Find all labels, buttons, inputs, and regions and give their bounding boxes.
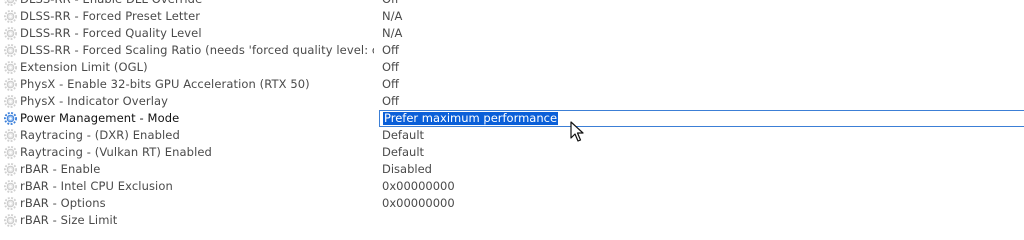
setting-name: DLSS-RR - Forced Quality Level xyxy=(20,26,202,40)
setting-value[interactable]: Default xyxy=(382,144,424,161)
gear-icon xyxy=(4,197,17,210)
gear-icon xyxy=(4,146,17,159)
setting-row-dlss-rr-enable-dll-override[interactable]: DLSS-RR - Enable DLL Override Off xyxy=(0,0,1024,8)
gear-icon xyxy=(4,95,17,108)
gear-icon xyxy=(4,61,17,74)
gear-icon xyxy=(4,180,17,193)
setting-value[interactable]: N/A xyxy=(382,25,402,42)
setting-name: rBAR - Enable xyxy=(20,162,101,176)
setting-row-raytracing-dxr-enabled[interactable]: Raytracing - (DXR) Enabled Default xyxy=(0,127,1024,144)
gear-icon xyxy=(4,78,17,91)
setting-name: DLSS-RR - Forced Preset Letter xyxy=(20,9,201,23)
setting-row-rbar-options[interactable]: rBAR - Options 0x00000000 xyxy=(0,195,1024,212)
setting-value[interactable]: N/A xyxy=(382,8,402,25)
setting-name: rBAR - Intel CPU Exclusion xyxy=(20,179,173,193)
setting-name: Power Management - Mode xyxy=(20,111,180,125)
setting-name: rBAR - Options xyxy=(20,196,106,210)
setting-row-rbar-intel-cpu-exclusion[interactable]: rBAR - Intel CPU Exclusion 0x00000000 xyxy=(0,178,1024,195)
setting-row-dlss-rr-forced-scaling-ratio[interactable]: DLSS-RR - Forced Scaling Ratio (needs 'f… xyxy=(0,42,1024,59)
setting-value[interactable]: Off xyxy=(382,59,399,76)
mouse-cursor-icon xyxy=(570,121,584,142)
setting-value[interactable]: Off xyxy=(382,93,399,110)
gear-icon xyxy=(4,112,17,125)
setting-row-physx-enable-32bit-gpu-acceleration[interactable]: PhysX - Enable 32-bits GPU Acceleration … xyxy=(0,76,1024,93)
setting-name: rBAR - Size Limit xyxy=(20,213,118,227)
settings-grid: DLSS-RR - Enable DLL Override Off DLSS-R… xyxy=(0,0,1024,229)
setting-name: PhysX - Enable 32-bits GPU Acceleration … xyxy=(20,77,310,91)
setting-value[interactable]: Off xyxy=(382,42,399,59)
gear-icon xyxy=(4,214,17,227)
setting-name: Raytracing - (DXR) Enabled xyxy=(20,128,180,142)
selected-value-text[interactable]: Prefer maximum performance xyxy=(383,112,559,125)
gear-icon xyxy=(4,129,17,142)
setting-value-editor[interactable]: Prefer maximum performance xyxy=(379,110,1024,127)
setting-name: DLSS-RR - Enable DLL Override xyxy=(20,0,374,8)
setting-value[interactable]: Off xyxy=(382,0,399,8)
gear-icon xyxy=(4,0,17,6)
setting-row-dlss-rr-forced-quality-level[interactable]: DLSS-RR - Forced Quality Level N/A xyxy=(0,25,1024,42)
setting-row-power-management-mode[interactable]: Power Management - Mode Prefer maximum p… xyxy=(0,110,1024,127)
setting-row-extension-limit-ogl[interactable]: Extension Limit (OGL) Off xyxy=(0,59,1024,76)
setting-value[interactable]: 0x00000000 xyxy=(382,178,455,195)
gear-icon xyxy=(4,27,17,40)
setting-name: DLSS-RR - Forced Scaling Ratio (needs 'f… xyxy=(20,43,374,57)
setting-row-rbar-size-limit[interactable]: rBAR - Size Limit xyxy=(0,212,1024,229)
setting-row-physx-indicator-overlay[interactable]: PhysX - Indicator Overlay Off xyxy=(0,93,1024,110)
gear-icon xyxy=(4,163,17,176)
setting-name: Extension Limit (OGL) xyxy=(20,60,148,74)
setting-value[interactable]: 0x00000000 xyxy=(382,195,455,212)
setting-row-rbar-enable[interactable]: rBAR - Enable Disabled xyxy=(0,161,1024,178)
setting-name: PhysX - Indicator Overlay xyxy=(20,94,169,108)
setting-name: Raytracing - (Vulkan RT) Enabled xyxy=(20,145,212,159)
gear-icon xyxy=(4,10,17,23)
setting-row-raytracing-vulkan-rt-enabled[interactable]: Raytracing - (Vulkan RT) Enabled Default xyxy=(0,144,1024,161)
setting-value[interactable]: Default xyxy=(382,127,424,144)
setting-value[interactable]: Off xyxy=(382,76,399,93)
setting-value[interactable]: Disabled xyxy=(382,161,432,178)
gear-icon xyxy=(4,44,17,57)
setting-row-dlss-rr-forced-preset-letter[interactable]: DLSS-RR - Forced Preset Letter N/A xyxy=(0,8,1024,25)
